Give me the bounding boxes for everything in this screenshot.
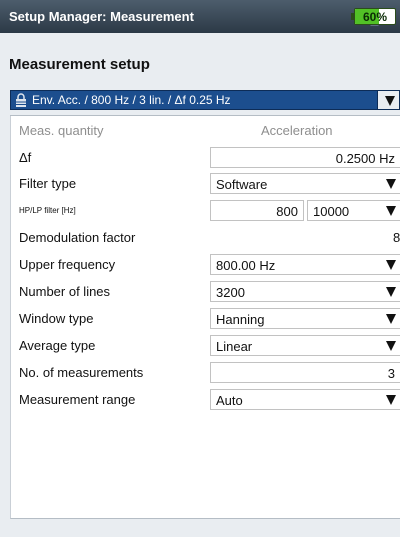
battery-icon: 60% xyxy=(354,8,396,25)
hp-filter-field[interactable]: 800 xyxy=(210,200,304,221)
delta-f-value: 0.2500 Hz xyxy=(335,151,395,166)
row-demod-factor: Demodulation factor 8 xyxy=(11,226,400,249)
demod-factor-value: 8 xyxy=(393,230,400,245)
hp-filter-value: 800 xyxy=(276,204,298,219)
upper-frequency-value: 800.00 Hz xyxy=(216,258,276,273)
filter-type-value: Software xyxy=(216,177,268,192)
row-delta-f: Δf 0.2500 Hz xyxy=(11,146,400,169)
triangle-down-icon[interactable] xyxy=(381,282,400,301)
hplp-filter-label: HP/LP filter [Hz] xyxy=(19,206,76,215)
window-title: Setup Manager: Measurement xyxy=(9,9,194,24)
row-num-measurements: No. of measurements 3 xyxy=(11,361,400,384)
meas-quantity-label: Meas. quantity xyxy=(19,123,104,138)
num-measurements-value: 3 xyxy=(387,366,395,381)
lp-filter-select[interactable]: 10000 xyxy=(307,200,400,221)
window-type-value: Hanning xyxy=(216,312,265,327)
lp-filter-value: 10000 xyxy=(313,204,350,219)
average-type-label: Average type xyxy=(19,338,96,353)
num-measurements-field[interactable]: 3 xyxy=(210,362,400,383)
meas-quantity-value: Acceleration xyxy=(261,123,333,138)
measurement-setup-dropdown-button[interactable] xyxy=(377,91,399,109)
triangle-down-icon xyxy=(380,91,399,110)
triangle-down-icon[interactable] xyxy=(381,174,400,193)
row-meas-quantity: Meas. quantity Acceleration xyxy=(11,119,400,142)
delta-f-label: Δf xyxy=(19,150,32,165)
lock-icon xyxy=(16,93,26,107)
triangle-down-icon[interactable] xyxy=(381,309,400,328)
filter-type-select[interactable]: Software xyxy=(210,173,400,194)
row-filter-type: Filter type Software xyxy=(11,172,400,195)
measurement-range-value: Auto xyxy=(216,393,243,408)
num-measurements-label: No. of measurements xyxy=(19,365,144,380)
title-bar: Setup Manager: Measurement 60% xyxy=(0,0,400,33)
number-of-lines-select[interactable]: 3200 xyxy=(210,281,400,302)
row-upper-frequency: Upper frequency 800.00 Hz xyxy=(11,253,400,276)
measurement-setup-value: Env. Acc. / 800 Hz / 3 lin. / Δf 0.25 Hz xyxy=(32,93,231,107)
average-type-select[interactable]: Linear xyxy=(210,335,400,356)
upper-frequency-label: Upper frequency xyxy=(19,257,116,272)
number-of-lines-label: Number of lines xyxy=(19,284,111,299)
parameter-panel: Meas. quantity Acceleration Δf 0.2500 Hz… xyxy=(10,116,400,519)
window-type-select[interactable]: Hanning xyxy=(210,308,400,329)
row-window-type: Window type Hanning xyxy=(11,307,400,330)
filter-type-label: Filter type xyxy=(19,176,77,191)
window-type-label: Window type xyxy=(19,311,94,326)
row-number-of-lines: Number of lines 3200 xyxy=(11,280,400,303)
row-average-type: Average type Linear xyxy=(11,334,400,357)
section-heading: Measurement setup xyxy=(9,56,150,73)
average-type-value: Linear xyxy=(216,339,253,354)
row-measurement-range: Measurement range Auto xyxy=(11,388,400,411)
triangle-down-icon[interactable] xyxy=(381,255,400,274)
battery-percent: 60% xyxy=(362,10,388,24)
delta-f-field[interactable]: 0.2500 Hz xyxy=(210,147,400,168)
measurement-range-label: Measurement range xyxy=(19,392,136,407)
triangle-down-icon[interactable] xyxy=(381,336,400,355)
number-of-lines-value: 3200 xyxy=(216,285,245,300)
measurement-setup-select[interactable]: Env. Acc. / 800 Hz / 3 lin. / Δf 0.25 Hz xyxy=(10,90,400,110)
measurement-range-select[interactable]: Auto xyxy=(210,389,400,410)
triangle-down-icon[interactable] xyxy=(381,201,400,220)
demod-factor-label: Demodulation factor xyxy=(19,230,136,245)
triangle-down-icon[interactable] xyxy=(381,390,400,409)
upper-frequency-select[interactable]: 800.00 Hz xyxy=(210,254,400,275)
row-hplp-filter: HP/LP filter [Hz] 800 10000 xyxy=(11,199,400,222)
